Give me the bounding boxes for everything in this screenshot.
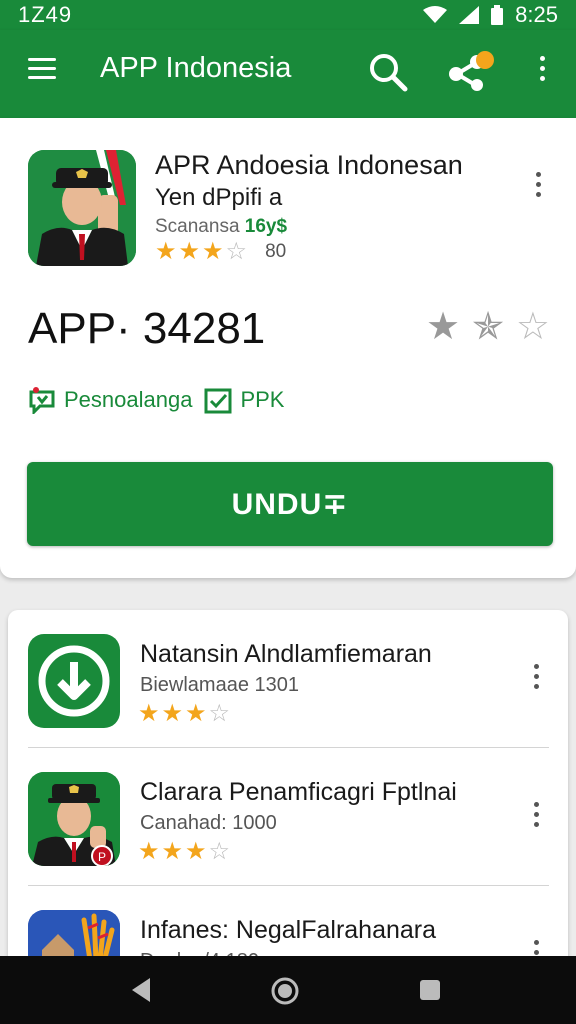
more-vert-icon[interactable] bbox=[532, 56, 552, 92]
star-outline-icon[interactable]: ☆ bbox=[516, 308, 550, 346]
star-icon: ★ bbox=[185, 700, 207, 727]
cell-signal-icon bbox=[459, 6, 480, 24]
list-item-more-icon[interactable] bbox=[530, 664, 542, 700]
star-icon: ★ bbox=[155, 238, 177, 265]
star-icon: ★ bbox=[185, 838, 207, 865]
officer-avatar-icon bbox=[28, 150, 136, 266]
featured-app-card[interactable]: APR Andoesia Indonesan Yen dPpifi a Scan… bbox=[0, 118, 576, 578]
star-icon[interactable]: ★ bbox=[426, 308, 460, 346]
back-icon[interactable] bbox=[128, 976, 156, 1004]
app-list-card: Natansin Alndlamfiemaran Biewlamaae 1301… bbox=[8, 610, 568, 970]
big-rating-stars[interactable]: ★ ✯ ☆ bbox=[426, 308, 550, 346]
developer-name: Scanansa bbox=[155, 216, 240, 237]
star-icon: ★ bbox=[138, 838, 160, 865]
star-icon: ★ bbox=[161, 700, 184, 727]
recents-icon[interactable] bbox=[420, 980, 440, 1000]
svg-text:P: P bbox=[98, 850, 106, 864]
list-item-name[interactable]: Infanes: NegalFalrahanara bbox=[140, 916, 436, 945]
list-item-name[interactable]: Clarara Penamficagri Fptlnai bbox=[140, 778, 457, 807]
list-item-more-icon[interactable] bbox=[530, 802, 542, 838]
list-item-developer: Canahad: 1000 bbox=[140, 812, 277, 834]
featured-more-icon[interactable] bbox=[532, 172, 544, 208]
download-button[interactable]: UNDU∓ bbox=[27, 462, 553, 546]
star-half-icon[interactable]: ✯ bbox=[472, 308, 504, 346]
list-item-rating: ★ ★ ★ ☆ bbox=[138, 840, 230, 864]
app-bar: APP Indonesia bbox=[0, 30, 576, 118]
share-icon[interactable] bbox=[445, 48, 497, 92]
notification-badge bbox=[476, 51, 494, 69]
status-time-right: 8:25 bbox=[515, 2, 558, 27]
featured-app-developer: Scanansa 16y$ bbox=[155, 216, 287, 238]
star-outline-icon: ☆ bbox=[208, 838, 231, 865]
tag-label-2: PPK bbox=[240, 387, 285, 412]
star-outline-icon: ☆ bbox=[208, 700, 231, 727]
list-item[interactable]: Natansin Alndlamfiemaran Biewlamaae 1301… bbox=[8, 610, 568, 746]
star-icon: ★ bbox=[202, 238, 224, 265]
app-price: 16y$ bbox=[244, 216, 288, 237]
battery-icon bbox=[491, 5, 504, 25]
system-nav-bar bbox=[0, 956, 576, 1024]
list-item[interactable]: P Clarara Penamficagri Fptlnai Canahad: … bbox=[8, 748, 568, 884]
featured-rating: ★ ★ ★ ☆ 80 bbox=[155, 240, 286, 264]
feature-tags: Pesnoalanga PPK bbox=[28, 386, 284, 414]
star-icon: ★ bbox=[161, 838, 184, 865]
status-bar: 1Z49 8:25 bbox=[0, 0, 576, 30]
list-item-developer: Biewlamaae 1301 bbox=[140, 674, 299, 696]
officer-avatar-icon: P bbox=[28, 772, 120, 866]
star-icon: ★ bbox=[178, 238, 201, 265]
app-title: APP Indonesia bbox=[100, 52, 292, 84]
featured-big-title: APP· 34281 bbox=[28, 304, 266, 353]
chat-heart-icon bbox=[29, 387, 55, 414]
star-icon: ★ bbox=[138, 700, 160, 727]
star-outline-icon: ☆ bbox=[225, 238, 248, 265]
search-icon[interactable] bbox=[368, 52, 408, 92]
status-time-left: 1Z49 bbox=[18, 2, 73, 27]
featured-app-name[interactable]: APR Andoesia Indonesan bbox=[155, 150, 463, 181]
featured-app-subtitle: Yen dPpifi a bbox=[155, 184, 283, 211]
home-icon[interactable] bbox=[270, 976, 300, 1006]
list-item-rating: ★ ★ ★ ☆ bbox=[138, 702, 230, 726]
tag-label-1: Pesnoalanga bbox=[64, 387, 193, 412]
rating-count: 80 bbox=[265, 241, 287, 262]
download-icon bbox=[28, 634, 120, 728]
checkbox-icon bbox=[204, 388, 232, 414]
list-item-name[interactable]: Natansin Alndlamfiemaran bbox=[140, 640, 432, 669]
wifi-icon bbox=[423, 6, 448, 23]
menu-icon[interactable] bbox=[28, 58, 56, 82]
